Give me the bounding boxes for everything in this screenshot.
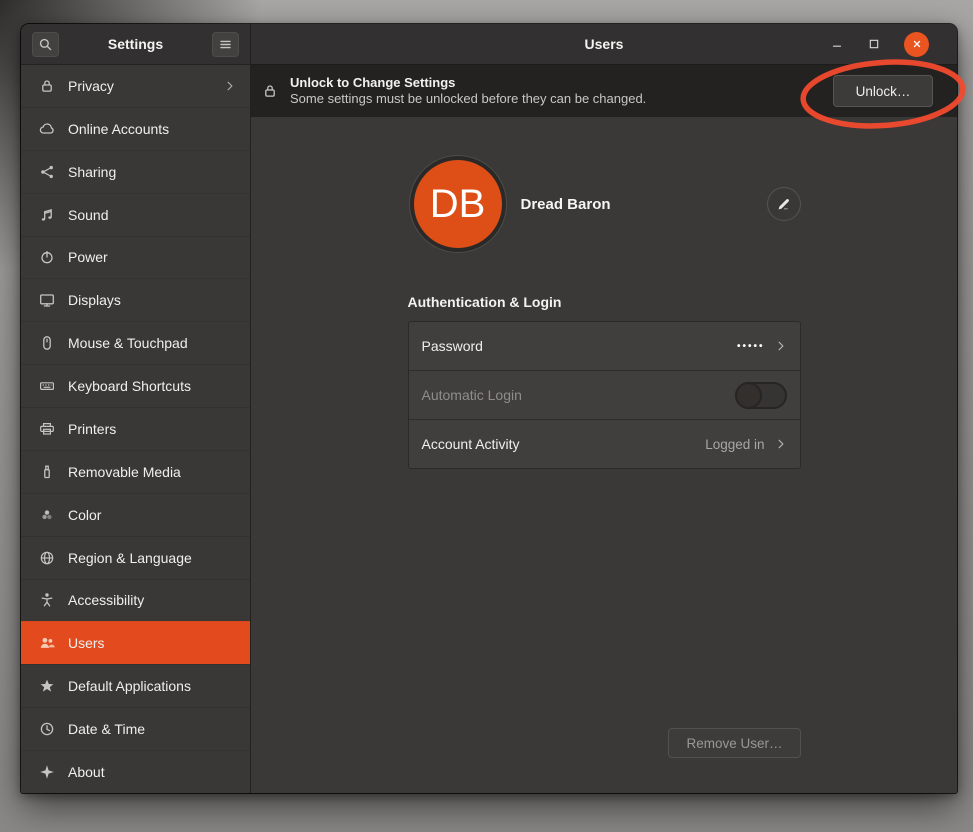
chevron-right-icon	[775, 340, 787, 352]
desktop-background: Settings Privacy Online Accounts Sharing…	[0, 0, 973, 832]
sidebar-item-displays[interactable]: Displays	[21, 278, 250, 321]
chevron-right-icon	[224, 80, 236, 92]
sidebar-item-printers[interactable]: Printers	[21, 407, 250, 450]
settings-window: Settings Privacy Online Accounts Sharing…	[21, 24, 957, 793]
lock-icon	[39, 78, 55, 94]
titlebar: Users	[251, 24, 957, 65]
sidebar-item-accessibility[interactable]: Accessibility	[21, 579, 250, 622]
minimize-icon	[830, 37, 844, 51]
mouse-icon	[39, 335, 55, 351]
sidebar: Settings Privacy Online Accounts Sharing…	[21, 24, 251, 793]
globe-icon	[39, 550, 55, 566]
color-circles-icon	[39, 507, 55, 523]
sidebar-item-color[interactable]: Color	[21, 493, 250, 536]
search-button[interactable]	[32, 32, 59, 57]
main-panel: Users Unlock to Change Settings Some set…	[251, 24, 957, 793]
hamburger-menu-icon	[218, 37, 233, 52]
avatar-initials: DB	[430, 182, 486, 227]
close-button[interactable]	[904, 32, 929, 57]
sidebar-item-default-applications[interactable]: Default Applications	[21, 664, 250, 707]
avatar: DB	[414, 160, 502, 248]
primary-menu-button[interactable]	[212, 32, 239, 57]
bottom-actions: Remove User…	[408, 728, 801, 758]
maximize-icon	[867, 37, 881, 51]
sidebar-item-sound[interactable]: Sound	[21, 193, 250, 236]
unlock-banner: Unlock to Change Settings Some settings …	[251, 65, 957, 117]
automatic-login-toggle[interactable]	[735, 382, 787, 409]
user-card: DB Dread Baron	[408, 160, 801, 248]
password-dots: •••••	[737, 341, 765, 352]
sidebar-item-removable-media[interactable]: Removable Media	[21, 450, 250, 493]
accessibility-icon	[39, 592, 55, 608]
chevron-right-icon	[775, 438, 787, 450]
music-note-icon	[39, 207, 55, 223]
account-activity-row[interactable]: Account Activity Logged in	[409, 419, 800, 468]
sidebar-item-about[interactable]: About	[21, 750, 250, 793]
users-icon	[39, 635, 55, 651]
section-heading: Authentication & Login	[408, 294, 801, 310]
toggle-knob	[735, 382, 762, 409]
star-icon	[39, 678, 55, 694]
keyboard-icon	[39, 378, 55, 394]
sidebar-item-keyboard-shortcuts[interactable]: Keyboard Shortcuts	[21, 364, 250, 407]
unlock-button[interactable]: Unlock…	[833, 75, 933, 107]
sidebar-item-online-accounts[interactable]: Online Accounts	[21, 107, 250, 150]
search-icon	[38, 37, 53, 52]
lock-icon	[262, 83, 278, 99]
edit-name-button[interactable]	[767, 187, 801, 221]
sidebar-list: Privacy Online Accounts Sharing Sound Po…	[21, 65, 250, 793]
unlock-banner-subtitle: Some settings must be unlocked before th…	[290, 91, 821, 107]
sidebar-title: Settings	[59, 36, 212, 52]
clock-icon	[39, 721, 55, 737]
sidebar-item-mouse-touchpad[interactable]: Mouse & Touchpad	[21, 321, 250, 364]
maximize-button[interactable]	[867, 37, 881, 51]
share-icon	[39, 164, 55, 180]
password-row[interactable]: Password •••••	[409, 322, 800, 370]
pencil-icon	[776, 197, 791, 212]
sidebar-item-privacy[interactable]: Privacy	[21, 65, 250, 107]
usb-drive-icon	[39, 464, 55, 480]
remove-user-button[interactable]: Remove User…	[668, 728, 800, 758]
sparkle-icon	[39, 764, 55, 780]
automatic-login-row: Automatic Login	[409, 370, 800, 419]
close-icon	[911, 38, 923, 50]
display-icon	[39, 292, 55, 308]
sidebar-item-power[interactable]: Power	[21, 236, 250, 279]
sidebar-item-sharing[interactable]: Sharing	[21, 150, 250, 193]
page-title: Users	[585, 36, 624, 52]
auth-login-list: Password ••••• Automatic Login Account A…	[408, 321, 801, 469]
sidebar-item-region-language[interactable]: Region & Language	[21, 536, 250, 579]
account-activity-value: Logged in	[705, 437, 764, 452]
sidebar-item-date-time[interactable]: Date & Time	[21, 707, 250, 750]
unlock-banner-text: Unlock to Change Settings Some settings …	[290, 75, 821, 108]
window-controls	[830, 24, 929, 64]
minimize-button[interactable]	[830, 37, 844, 51]
user-name: Dread Baron	[521, 196, 611, 213]
sidebar-item-users[interactable]: Users	[21, 621, 250, 664]
power-icon	[39, 249, 55, 265]
sidebar-headerbar: Settings	[21, 24, 250, 65]
printer-icon	[39, 421, 55, 437]
unlock-banner-title: Unlock to Change Settings	[290, 75, 821, 91]
users-content: DB Dread Baron Authentication & Login Pa…	[251, 117, 957, 793]
cloud-icon	[39, 121, 55, 137]
